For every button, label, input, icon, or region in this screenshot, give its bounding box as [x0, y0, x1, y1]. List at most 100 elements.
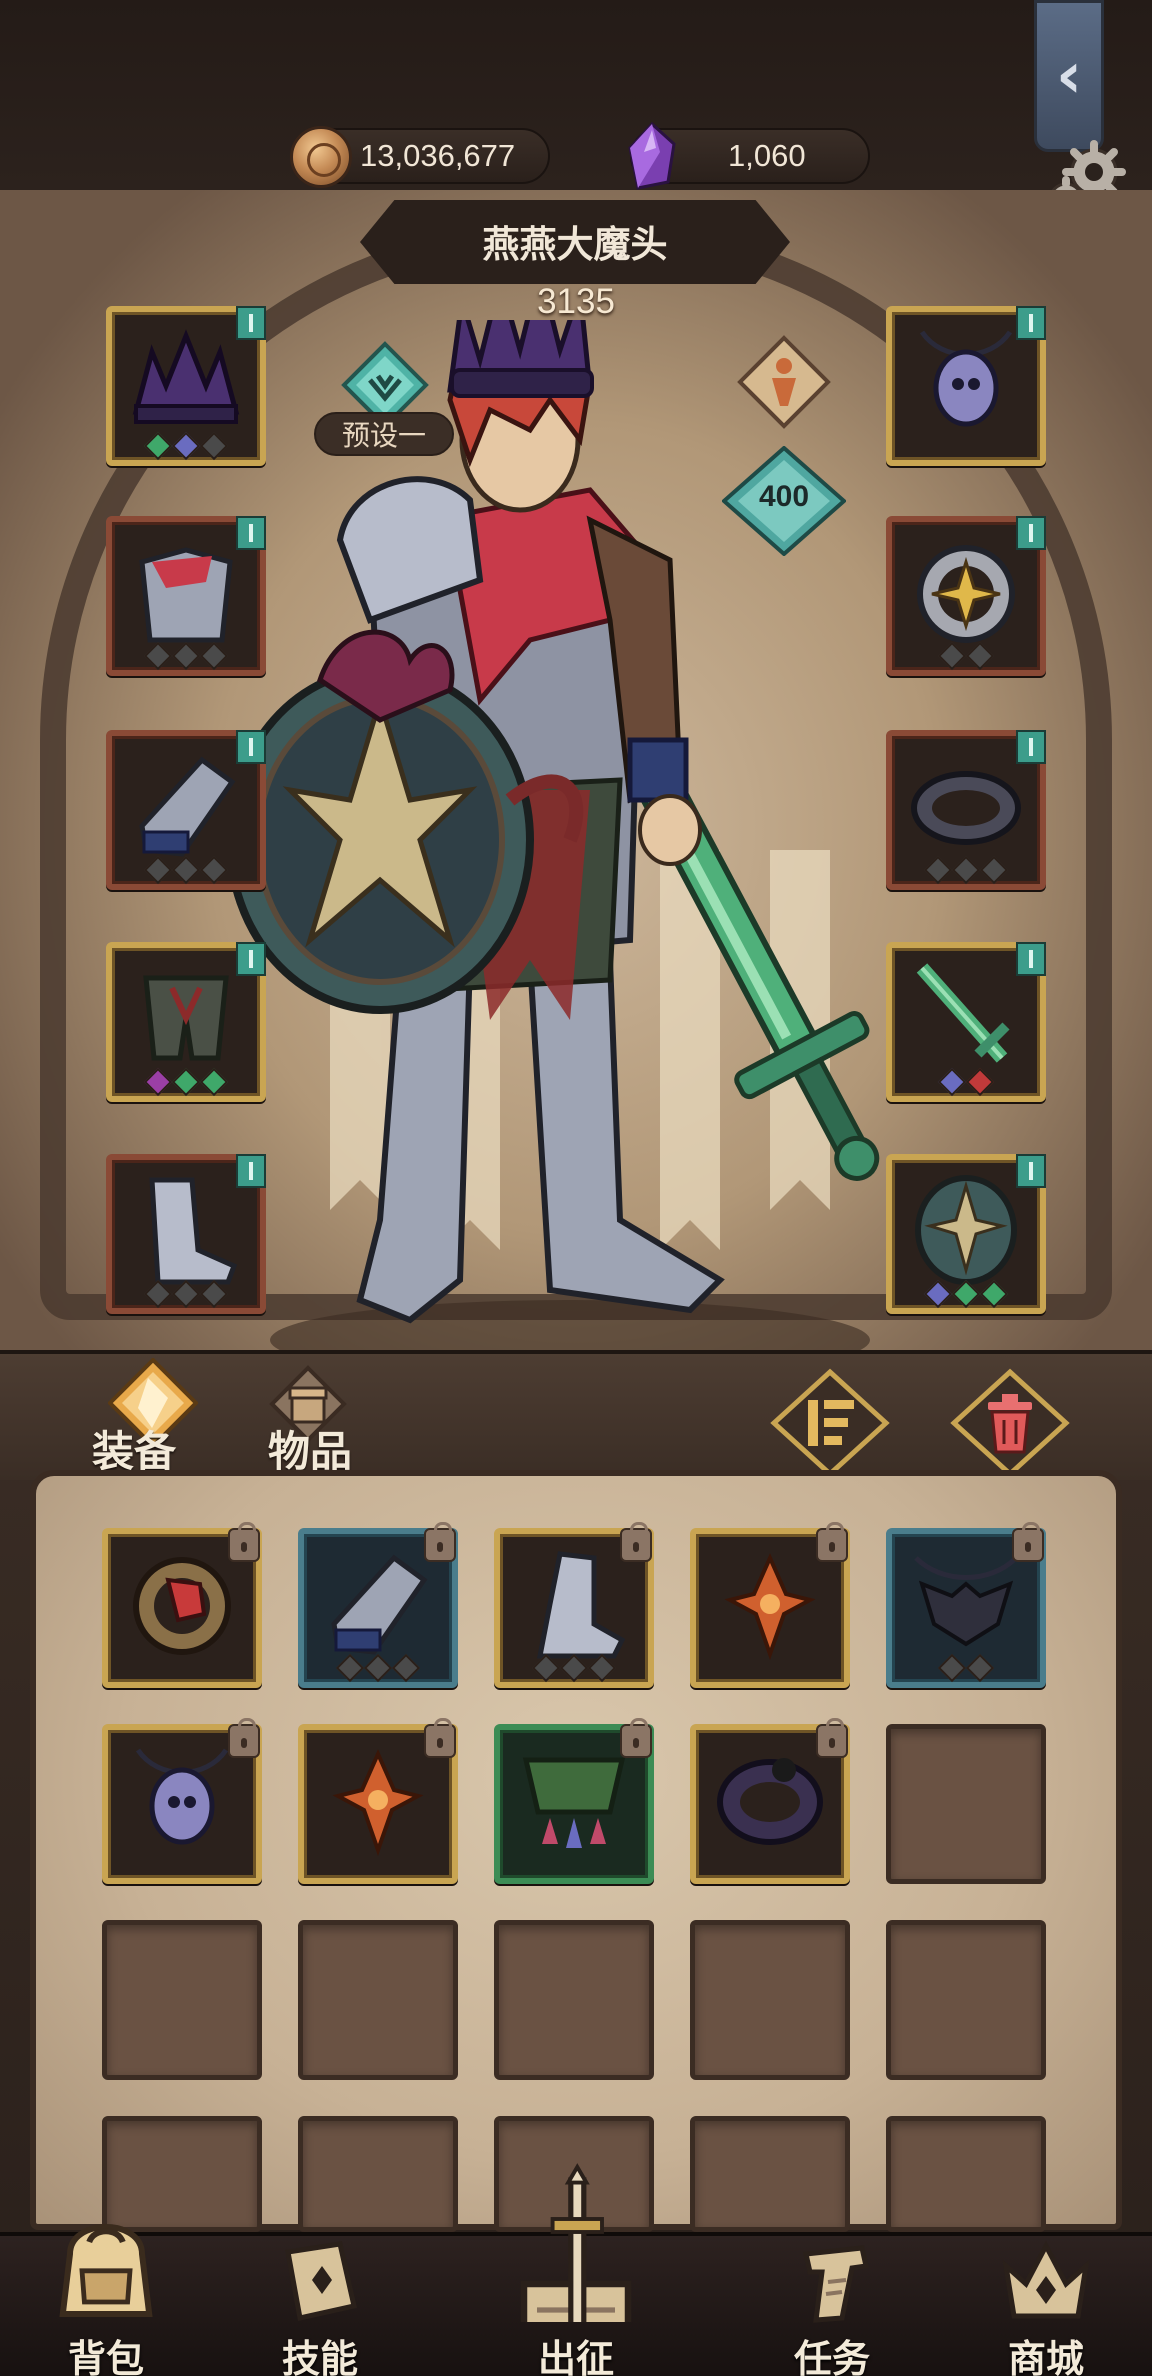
equip-slot-amulet[interactable]	[886, 306, 1046, 466]
gem-socket	[171, 1067, 201, 1097]
equipped-tag-icon	[236, 942, 266, 976]
gem-socket	[951, 855, 981, 885]
inventory-slot[interactable]	[886, 1522, 1046, 1688]
inventory-slot[interactable]	[298, 1718, 458, 1884]
gem-socket	[199, 641, 229, 671]
nav-backpack[interactable]: 背包	[16, 2224, 196, 2376]
flame-amulet-icon	[724, 1553, 816, 1661]
equip-slot-ring-1[interactable]	[886, 516, 1046, 676]
chevron-left-icon: ‹	[1055, 39, 1083, 113]
gem-socket	[391, 1653, 421, 1683]
lock-icon[interactable]	[620, 1718, 652, 1758]
inventory-slot[interactable]	[494, 1718, 654, 1884]
gem-socket	[171, 1279, 201, 1309]
gem-sockets	[304, 1653, 452, 1683]
gem-socket	[335, 1653, 365, 1683]
game-screen: 13,036,677 1,060 ‹ 燕燕大魔头 3135 预设一 400 装备…	[0, 0, 1152, 2376]
dark-ring-icon	[911, 771, 1021, 845]
inventory-slot[interactable]	[102, 1718, 262, 1884]
equip-slot-legs[interactable]	[106, 942, 266, 1102]
equipped-tag-icon	[1016, 942, 1046, 976]
nav-label: 商城	[1007, 2337, 1084, 2376]
nav-quests[interactable]: 任务	[742, 2232, 922, 2376]
gem-socket	[951, 1279, 981, 1309]
top-bar	[0, 0, 1152, 190]
round-shield-icon	[915, 1175, 1017, 1285]
lock-icon[interactable]	[424, 1522, 456, 1562]
gem-sockets	[892, 1067, 1040, 1097]
inventory-slot-empty[interactable]	[298, 1920, 458, 2080]
nav-shop[interactable]: 商城	[956, 2232, 1136, 2376]
equipped-tag-icon	[236, 306, 266, 340]
inventory-slot-empty[interactable]	[690, 2116, 850, 2232]
equipped-tag-icon	[236, 516, 266, 550]
inventory-slot-empty[interactable]	[886, 1920, 1046, 2080]
star-ring-icon	[917, 545, 1015, 643]
nav-label: 背包	[67, 2337, 144, 2376]
gem-socket	[143, 641, 173, 671]
inventory-slot[interactable]	[298, 1522, 458, 1688]
gem-socket	[965, 1067, 995, 1097]
collapse-button[interactable]: ‹	[1034, 0, 1104, 152]
sort-button[interactable]	[770, 1368, 890, 1478]
inventory-slot-empty[interactable]	[886, 2116, 1046, 2232]
backpack-icon	[59, 2224, 153, 2317]
gem-socket	[587, 1653, 617, 1683]
equip-slot-weapon[interactable]	[886, 942, 1046, 1102]
gem-sockets	[892, 1279, 1040, 1309]
equip-slot-helmet[interactable]	[106, 306, 266, 466]
equip-slot-boots[interactable]	[106, 1154, 266, 1314]
lock-icon[interactable]	[1012, 1522, 1044, 1562]
gem-sockets	[112, 431, 260, 461]
skull-pendant-icon	[135, 1748, 229, 1845]
gem-socket	[143, 431, 173, 461]
gold-coin-icon	[290, 126, 352, 188]
gem-socket	[143, 855, 173, 885]
gem-socket	[171, 431, 201, 461]
lock-icon[interactable]	[228, 1718, 260, 1758]
gem-socket	[199, 1279, 229, 1309]
purple-crystal-icon	[628, 122, 676, 190]
equip-slot-ring-2[interactable]	[886, 730, 1046, 890]
gem-socket	[199, 1067, 229, 1097]
gem-socket	[965, 641, 995, 671]
gem-sockets	[112, 1067, 260, 1097]
inventory-slot[interactable]	[102, 1522, 262, 1688]
gem-sockets	[112, 641, 260, 671]
lock-icon[interactable]	[620, 1522, 652, 1562]
equip-slot-offhand[interactable]	[886, 1154, 1046, 1314]
inventory-slot[interactable]	[690, 1718, 850, 1884]
chest-armor-icon	[139, 547, 233, 643]
chain-ring-icon	[717, 1758, 823, 1845]
lock-icon[interactable]	[816, 1522, 848, 1562]
inventory-slot[interactable]	[494, 1522, 654, 1688]
lock-icon[interactable]	[228, 1522, 260, 1562]
gem-socket	[199, 855, 229, 885]
nav-expedition[interactable]: 出征	[486, 2163, 666, 2376]
lock-icon[interactable]	[816, 1718, 848, 1758]
serpent-ring-icon	[133, 1557, 231, 1655]
equip-slot-gloves[interactable]	[106, 730, 266, 890]
inventory-slot-empty[interactable]	[102, 1920, 262, 2080]
gem-sockets	[112, 1279, 260, 1309]
gem-socket	[937, 641, 967, 671]
crystal-value: 1,060	[728, 138, 806, 173]
inventory-slot-empty[interactable]	[298, 2116, 458, 2232]
inventory-slot-empty[interactable]	[494, 1920, 654, 2080]
combat-power: 3135	[537, 282, 615, 321]
lock-icon[interactable]	[424, 1718, 456, 1758]
trash-button[interactable]	[950, 1368, 1070, 1478]
gem-socket	[979, 1279, 1009, 1309]
equipped-tag-icon	[1016, 730, 1046, 764]
bat-necklace-icon	[914, 1556, 1018, 1647]
gem-sockets	[892, 641, 1040, 671]
nav-skills[interactable]: 技能	[230, 2232, 410, 2376]
nav-label: 任务	[793, 2337, 870, 2376]
inventory-slot[interactable]	[690, 1522, 850, 1688]
inventory-slot[interactable]	[886, 1724, 1046, 1884]
inventory-slot-empty[interactable]	[690, 1920, 850, 2080]
gem-socket	[143, 1279, 173, 1309]
equipped-tag-icon	[1016, 306, 1046, 340]
equip-slot-chest[interactable]	[106, 516, 266, 676]
character-name: 燕燕大魔头	[482, 223, 668, 266]
